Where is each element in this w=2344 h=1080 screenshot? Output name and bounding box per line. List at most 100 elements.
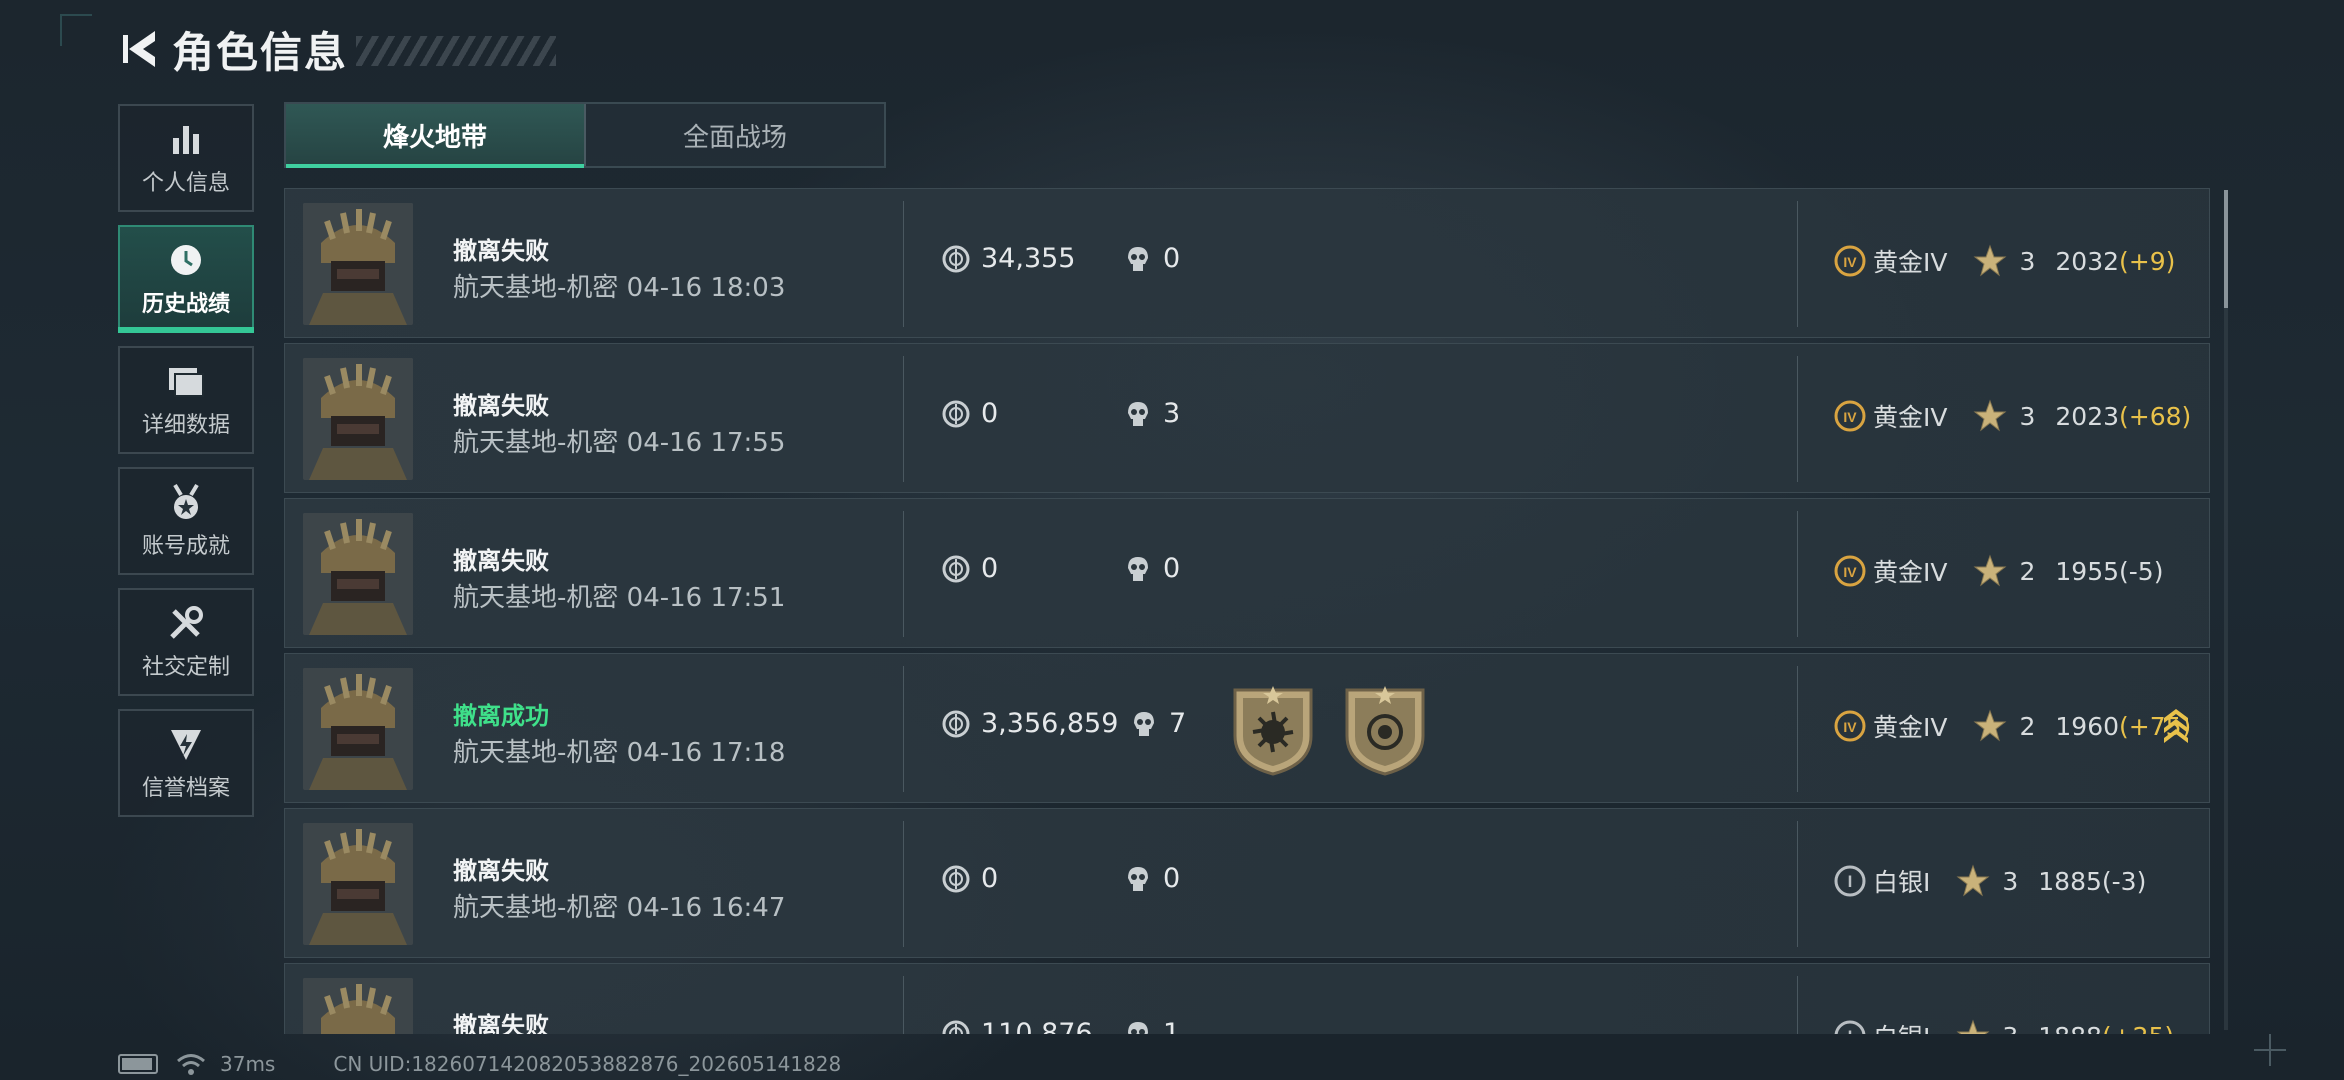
match-row[interactable]: 撤离失败 110,876 1 I 白银I 3 1888(+25) (284, 963, 2210, 1034)
operator-avatar (303, 513, 413, 635)
score-delta: (-3) (2101, 866, 2147, 896)
operator-avatar (303, 823, 413, 945)
kills-stat: 1 (1123, 1018, 1180, 1034)
status-footer: 37ms CN UID:18260714208205388287​6_20260… (118, 1052, 841, 1076)
star-count: 3 (2019, 401, 2036, 431)
row-divider (1797, 511, 1798, 637)
skull-icon (1123, 864, 1153, 894)
star-count: 3 (2002, 1022, 2018, 1035)
match-result: 撤离失败 (453, 1012, 549, 1034)
match-row[interactable]: 撤离失败 航天基地-机密 04-16 18:03 34,355 0 IV 黄金IV 3 203… (284, 188, 2210, 338)
skull-icon (1123, 554, 1153, 584)
rank-name: 白银I (1873, 868, 1931, 897)
medal-icon (164, 482, 208, 522)
skull-icon (1129, 709, 1159, 739)
match-row[interactable]: 撤离失败 航天基地-机密 04-16 17:51 0 0 IV 黄金IV 2 1955 (-5) (284, 498, 2210, 648)
money-value: 3,356,859 (981, 708, 1119, 739)
sidebar-item-match-history[interactable]: 历史战绩 (118, 225, 254, 333)
rank-score: 1960 (2055, 711, 2120, 741)
rank-score: 2032 (2055, 246, 2120, 276)
operator-avatar (303, 978, 413, 1034)
operator-portrait (303, 978, 413, 1034)
battery-icon (118, 1054, 158, 1074)
coin-icon (941, 864, 971, 894)
match-row[interactable]: 撤离成功 航天基地-机密 04-16 17:18 3,356,859 7 IV 黄金IV 2… (284, 653, 2210, 803)
rank-name: 黄金IV (1873, 248, 1948, 277)
scroll-thumb[interactable] (2224, 190, 2228, 308)
crosshair-decoration (2254, 1034, 2286, 1066)
rank-emblem-icon: IV (1833, 399, 1867, 433)
sidebar-item-detailed-data[interactable]: 详细数据 (118, 346, 254, 454)
tools-icon (164, 603, 208, 643)
coin-icon (941, 244, 971, 274)
operator-avatar (303, 668, 413, 790)
back-arrow-icon (123, 31, 155, 67)
match-map-time: 航天基地-机密 04-16 16:47 (453, 893, 786, 923)
money-value: 0 (981, 398, 999, 429)
money-value: 34,355 (981, 243, 1076, 274)
match-row[interactable]: 撤离失败 航天基地-机密 04-16 16:47 0 0 I 白银I 3 1885 (-3) (284, 808, 2210, 958)
back-button[interactable] (118, 26, 162, 72)
tab-warzone[interactable]: 烽火地带 (286, 104, 584, 168)
match-map-time: 航天基地-机密 04-16 17:55 (453, 428, 786, 458)
kills-value: 0 (1163, 553, 1181, 584)
match-result: 撤离失败 (453, 857, 549, 885)
coin-icon (941, 1019, 971, 1034)
money-stat: 0 (941, 398, 998, 429)
operator-portrait (303, 358, 413, 480)
match-map-time: 航天基地-机密 04-16 17:51 (453, 583, 786, 613)
coin-icon (941, 399, 971, 429)
kills-value: 1 (1163, 1018, 1181, 1034)
kills-stat: 0 (1123, 553, 1180, 584)
ping-text: 37ms (220, 1052, 276, 1076)
rank-name: 黄金IV (1873, 403, 1948, 432)
star-count: 2 (2019, 711, 2036, 741)
row-divider (903, 666, 904, 792)
star-icon (1973, 399, 2007, 433)
kills-value: 0 (1163, 863, 1181, 894)
rank-score: 1955 (2055, 556, 2120, 586)
star-count: 3 (2019, 246, 2036, 276)
clock-icon (164, 240, 208, 280)
sun-emblem-badge[interactable] (1229, 684, 1317, 776)
match-result: 撤离成功 (453, 702, 549, 730)
rank-name: 黄金IV (1873, 558, 1948, 587)
scrollbar[interactable] (2224, 190, 2228, 1030)
sidebar-item-label: 信誉档案 (141, 776, 230, 801)
svg-text:IV: IV (1843, 564, 1857, 580)
operator-avatar (303, 203, 413, 325)
sidebar: 个人信息 历史战绩 详细数据 账号成就 社交定制 信誉档案 (118, 104, 254, 830)
corner-decoration (60, 14, 92, 46)
row-divider (1797, 821, 1798, 947)
svg-text:IV: IV (1843, 719, 1857, 735)
coin-emblem-badge[interactable] (1341, 684, 1429, 776)
rank-emblem-icon: IV (1833, 244, 1867, 278)
match-history-list[interactable]: 撤离失败 航天基地-机密 04-16 18:03 34,355 0 IV 黄金IV 3 203… (284, 188, 2210, 1034)
sidebar-item-label: 历史战绩 (141, 292, 230, 317)
sidebar-item-label: 个人信息 (141, 171, 230, 196)
money-stat: 110,876 (941, 1018, 1093, 1034)
score-delta: (+68) (2119, 401, 2192, 431)
score-delta: (+9) (2119, 246, 2176, 276)
star-count: 3 (2002, 866, 2019, 896)
shield-lightning-icon (164, 724, 208, 764)
match-map-time: 航天基地-机密 04-16 18:03 (453, 273, 786, 303)
rank-score: 2023 (2055, 401, 2120, 431)
kills-value: 3 (1163, 398, 1181, 429)
sidebar-item-credit-record[interactable]: 信誉档案 (118, 709, 254, 817)
match-row[interactable]: 撤离失败 航天基地-机密 04-16 17:55 0 3 IV 黄金IV 3 2023 (+68… (284, 343, 2210, 493)
rank-info: IV 黄金IV 2 1955 (-5) (1833, 553, 2163, 589)
row-divider (1797, 356, 1798, 482)
uid-text: CN UID:18260714208205388287​6_2026051418… (333, 1052, 842, 1076)
kills-value: 7 (1169, 708, 1187, 739)
rank-emblem-icon: IV (1833, 554, 1867, 588)
sidebar-item-label: 账号成就 (141, 534, 230, 559)
money-value: 110,876 (981, 1018, 1093, 1034)
skull-icon (1123, 1019, 1153, 1034)
tab-full-battlefield[interactable]: 全面战场 (584, 104, 884, 166)
sidebar-item-personal-info[interactable]: 个人信息 (118, 104, 254, 212)
skull-icon (1123, 399, 1153, 429)
sidebar-item-achievements[interactable]: 账号成就 (118, 467, 254, 575)
match-result: 撤离失败 (453, 547, 549, 575)
sidebar-item-social-custom[interactable]: 社交定制 (118, 588, 254, 696)
